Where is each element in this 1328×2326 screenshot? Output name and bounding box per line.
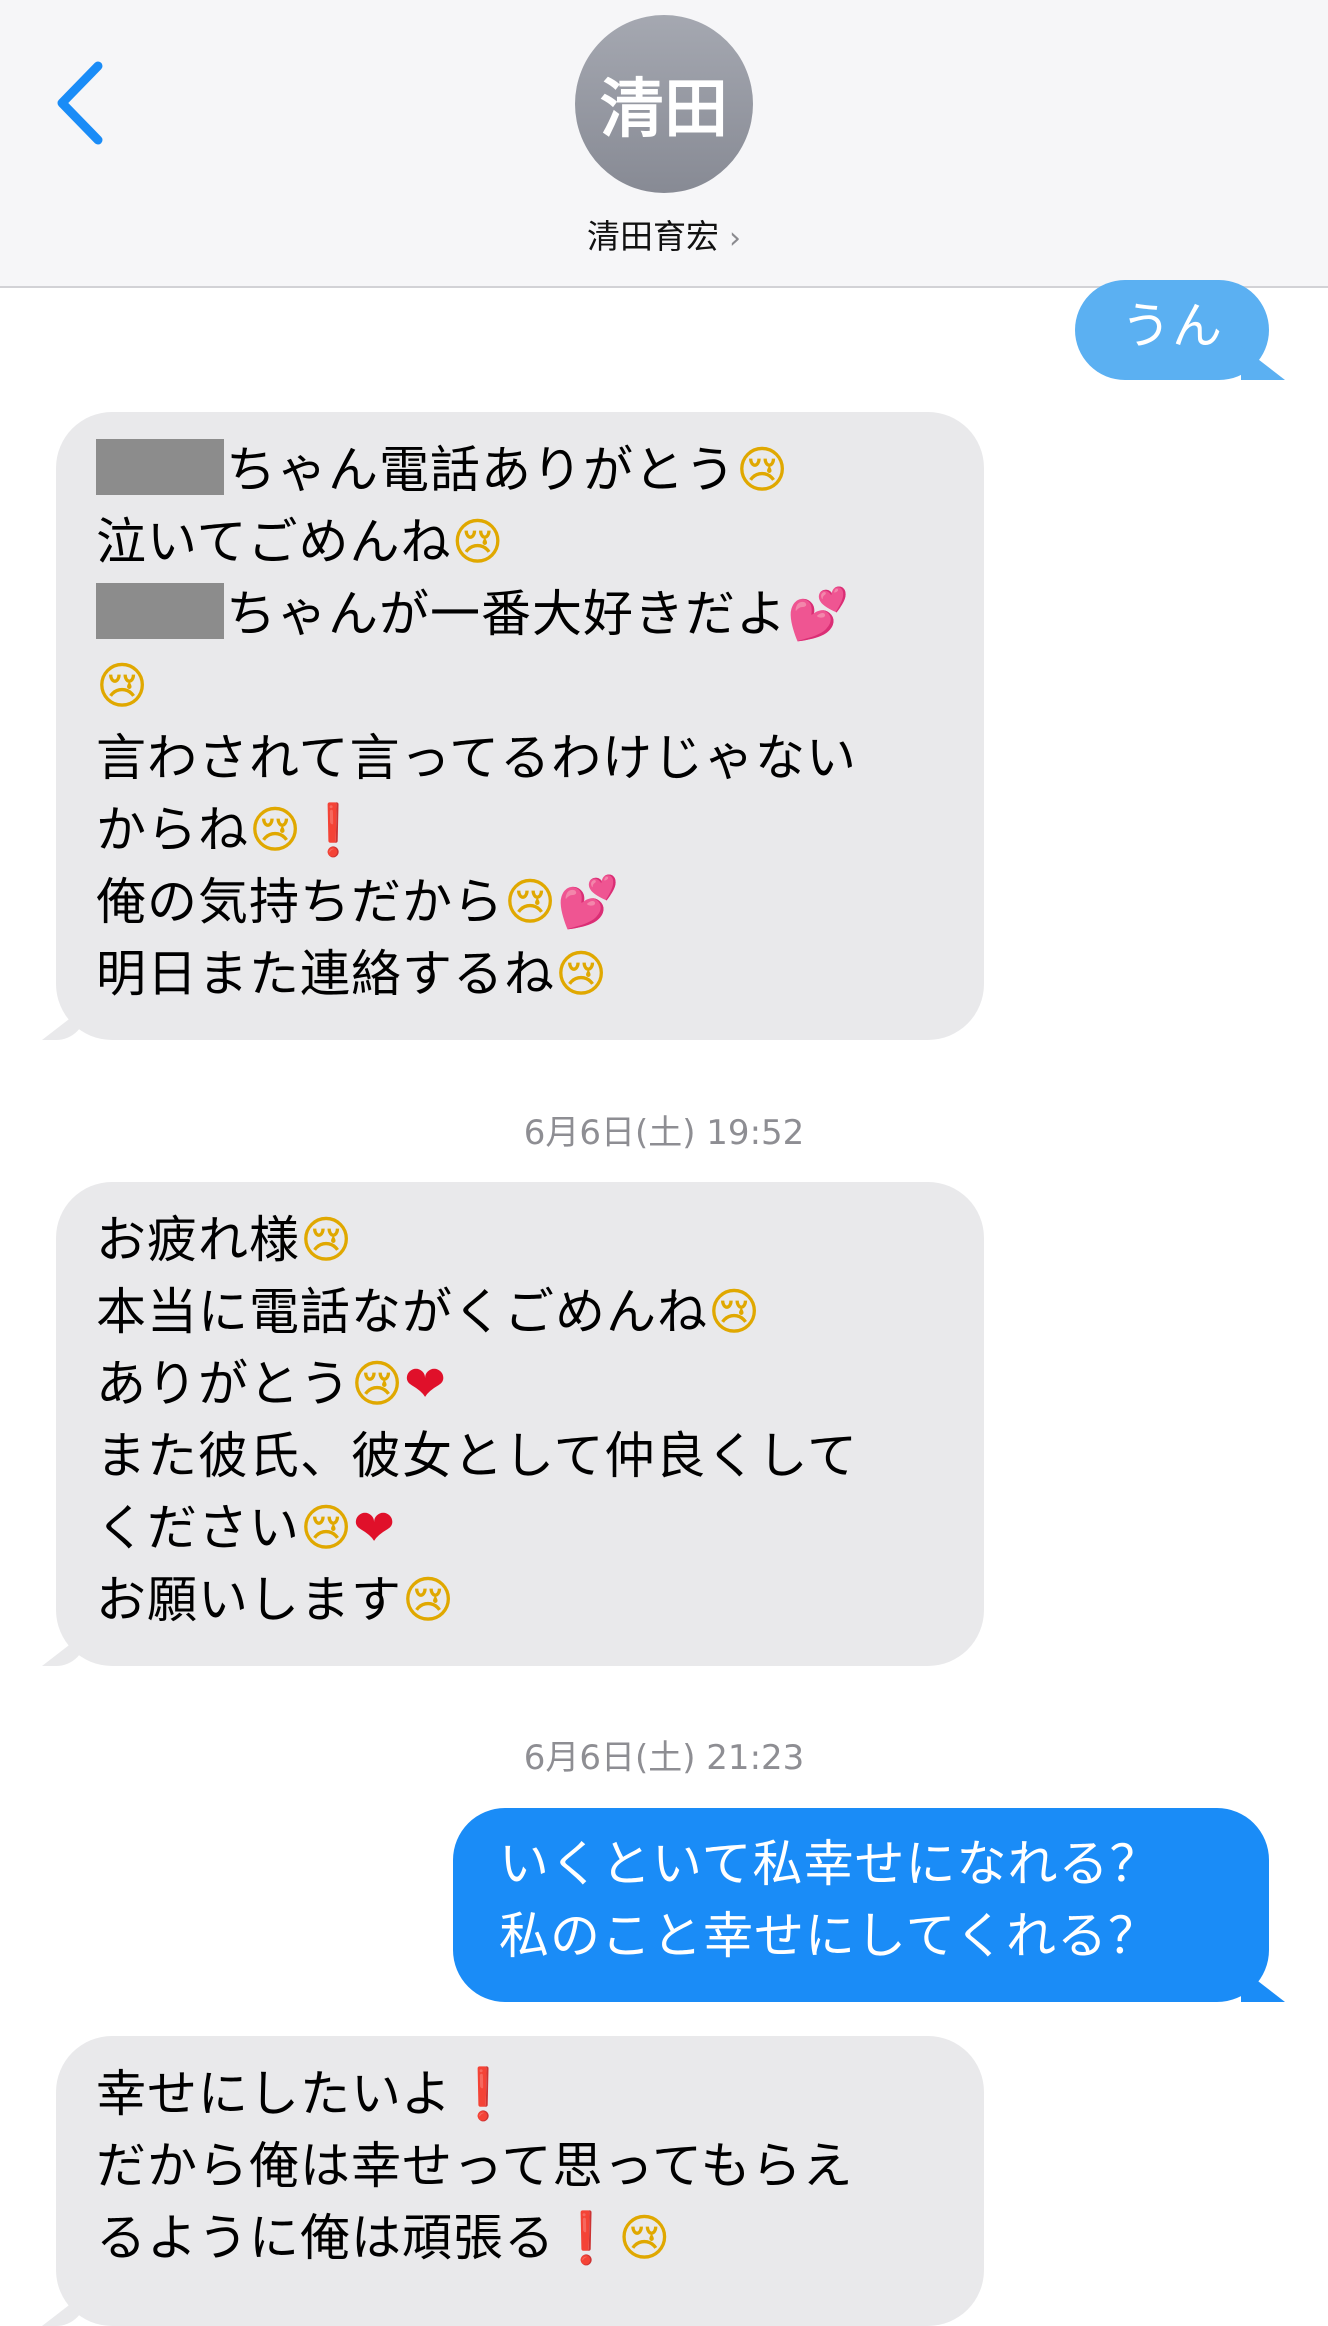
message-text: うん <box>1121 297 1223 355</box>
redacted-name <box>96 439 224 495</box>
sent-message-bubble[interactable]: うん <box>1075 280 1269 380</box>
exclamation-icon: ❗ <box>555 2209 619 2267</box>
message-line: ちゃん電話ありがとう😢 <box>96 434 940 506</box>
received-message-bubble[interactable]: 幸せにしたいよ❗ だから俺は幸せって思ってもらえ るように俺は頑張る❗😢 <box>56 2036 984 2326</box>
message-line: 😢 <box>96 650 940 722</box>
contact-name-button[interactable]: 清田育宏 › <box>0 210 1328 258</box>
two-hearts-icon: 💕 <box>557 873 621 931</box>
crying-face-icon: 😢 <box>300 1499 354 1557</box>
message-line: ください😢❤ <box>96 1499 397 1557</box>
contact-name: 清田育宏 <box>587 217 719 256</box>
message-line: 俺の気持ちだから😢💕 <box>96 873 621 931</box>
message-line: 幸せにしたいよ❗ <box>96 2065 516 2123</box>
received-message-bubble[interactable]: ちゃん電話ありがとう😢 泣いてごめんね😢 ちゃんが一番大好きだよ💕 😢 言わされ… <box>56 412 984 1040</box>
redacted-name <box>96 583 224 639</box>
message-line: ありがとう😢❤ <box>96 1355 448 1413</box>
chevron-left-icon <box>57 61 103 145</box>
crying-face-icon: 😢 <box>736 441 790 499</box>
crying-face-icon: 😢 <box>555 945 609 1003</box>
message-line: お願いします😢 <box>96 1571 456 1629</box>
red-heart-icon: ❤ <box>353 1499 397 1557</box>
message-line: だから俺は幸せって思ってもらえ <box>96 2137 854 2195</box>
crying-face-icon: 😢 <box>96 657 150 715</box>
message-line: 明日また連絡するね😢 <box>96 945 609 1003</box>
message-line: また彼氏、彼女として仲良くして <box>96 1427 858 1485</box>
conversation-header: 清田 清田育宏 › <box>0 0 1328 288</box>
exclamation-icon: ❗ <box>452 2065 516 2123</box>
message-line: 本当に電話ながくごめんね😢 <box>96 1283 762 1341</box>
message-line: いくといて私幸せになれる？ <box>499 1835 1161 1893</box>
message-timestamp: 6月6日(土) 21:23 <box>523 1738 805 1778</box>
message-line: 泣いてごめんね😢 <box>96 513 505 571</box>
two-hearts-icon: 💕 <box>787 585 851 643</box>
message-timestamp: 6月6日(土) 19:52 <box>523 1113 805 1153</box>
message-line: 言わされて言ってるわけじゃない <box>96 729 857 787</box>
message-line: からね😢❗ <box>96 801 366 859</box>
message-line: るように俺は頑張る❗😢 <box>96 2209 672 2267</box>
contact-avatar[interactable]: 清田 <box>575 15 753 193</box>
crying-face-icon: 😢 <box>504 873 558 931</box>
red-heart-icon: ❤ <box>404 1355 448 1413</box>
crying-face-icon: 😢 <box>300 1211 354 1269</box>
crying-face-icon: 😢 <box>618 2209 672 2267</box>
message-line: ちゃんが一番大好きだよ💕 <box>96 578 940 650</box>
exclamation-icon: ❗ <box>302 801 366 859</box>
chevron-right-icon: › <box>729 221 741 256</box>
message-line: お疲れ様😢 <box>96 1211 354 1269</box>
message-line: 私のこと幸せにしてくれる？ <box>499 1907 1159 1965</box>
crying-face-icon: 😢 <box>708 1283 762 1341</box>
crying-face-icon: 😢 <box>451 513 505 571</box>
sent-message-bubble[interactable]: いくといて私幸せになれる？ 私のこと幸せにしてくれる？ <box>453 1808 1269 2002</box>
crying-face-icon: 😢 <box>249 801 303 859</box>
received-message-bubble[interactable]: お疲れ様😢 本当に電話ながくごめんね😢 ありがとう😢❤ また彼氏、彼女として仲良… <box>56 1182 984 1666</box>
back-button[interactable] <box>48 58 118 148</box>
crying-face-icon: 😢 <box>402 1571 456 1629</box>
crying-face-icon: 😢 <box>351 1355 405 1413</box>
avatar-initials: 清田 <box>600 73 728 147</box>
